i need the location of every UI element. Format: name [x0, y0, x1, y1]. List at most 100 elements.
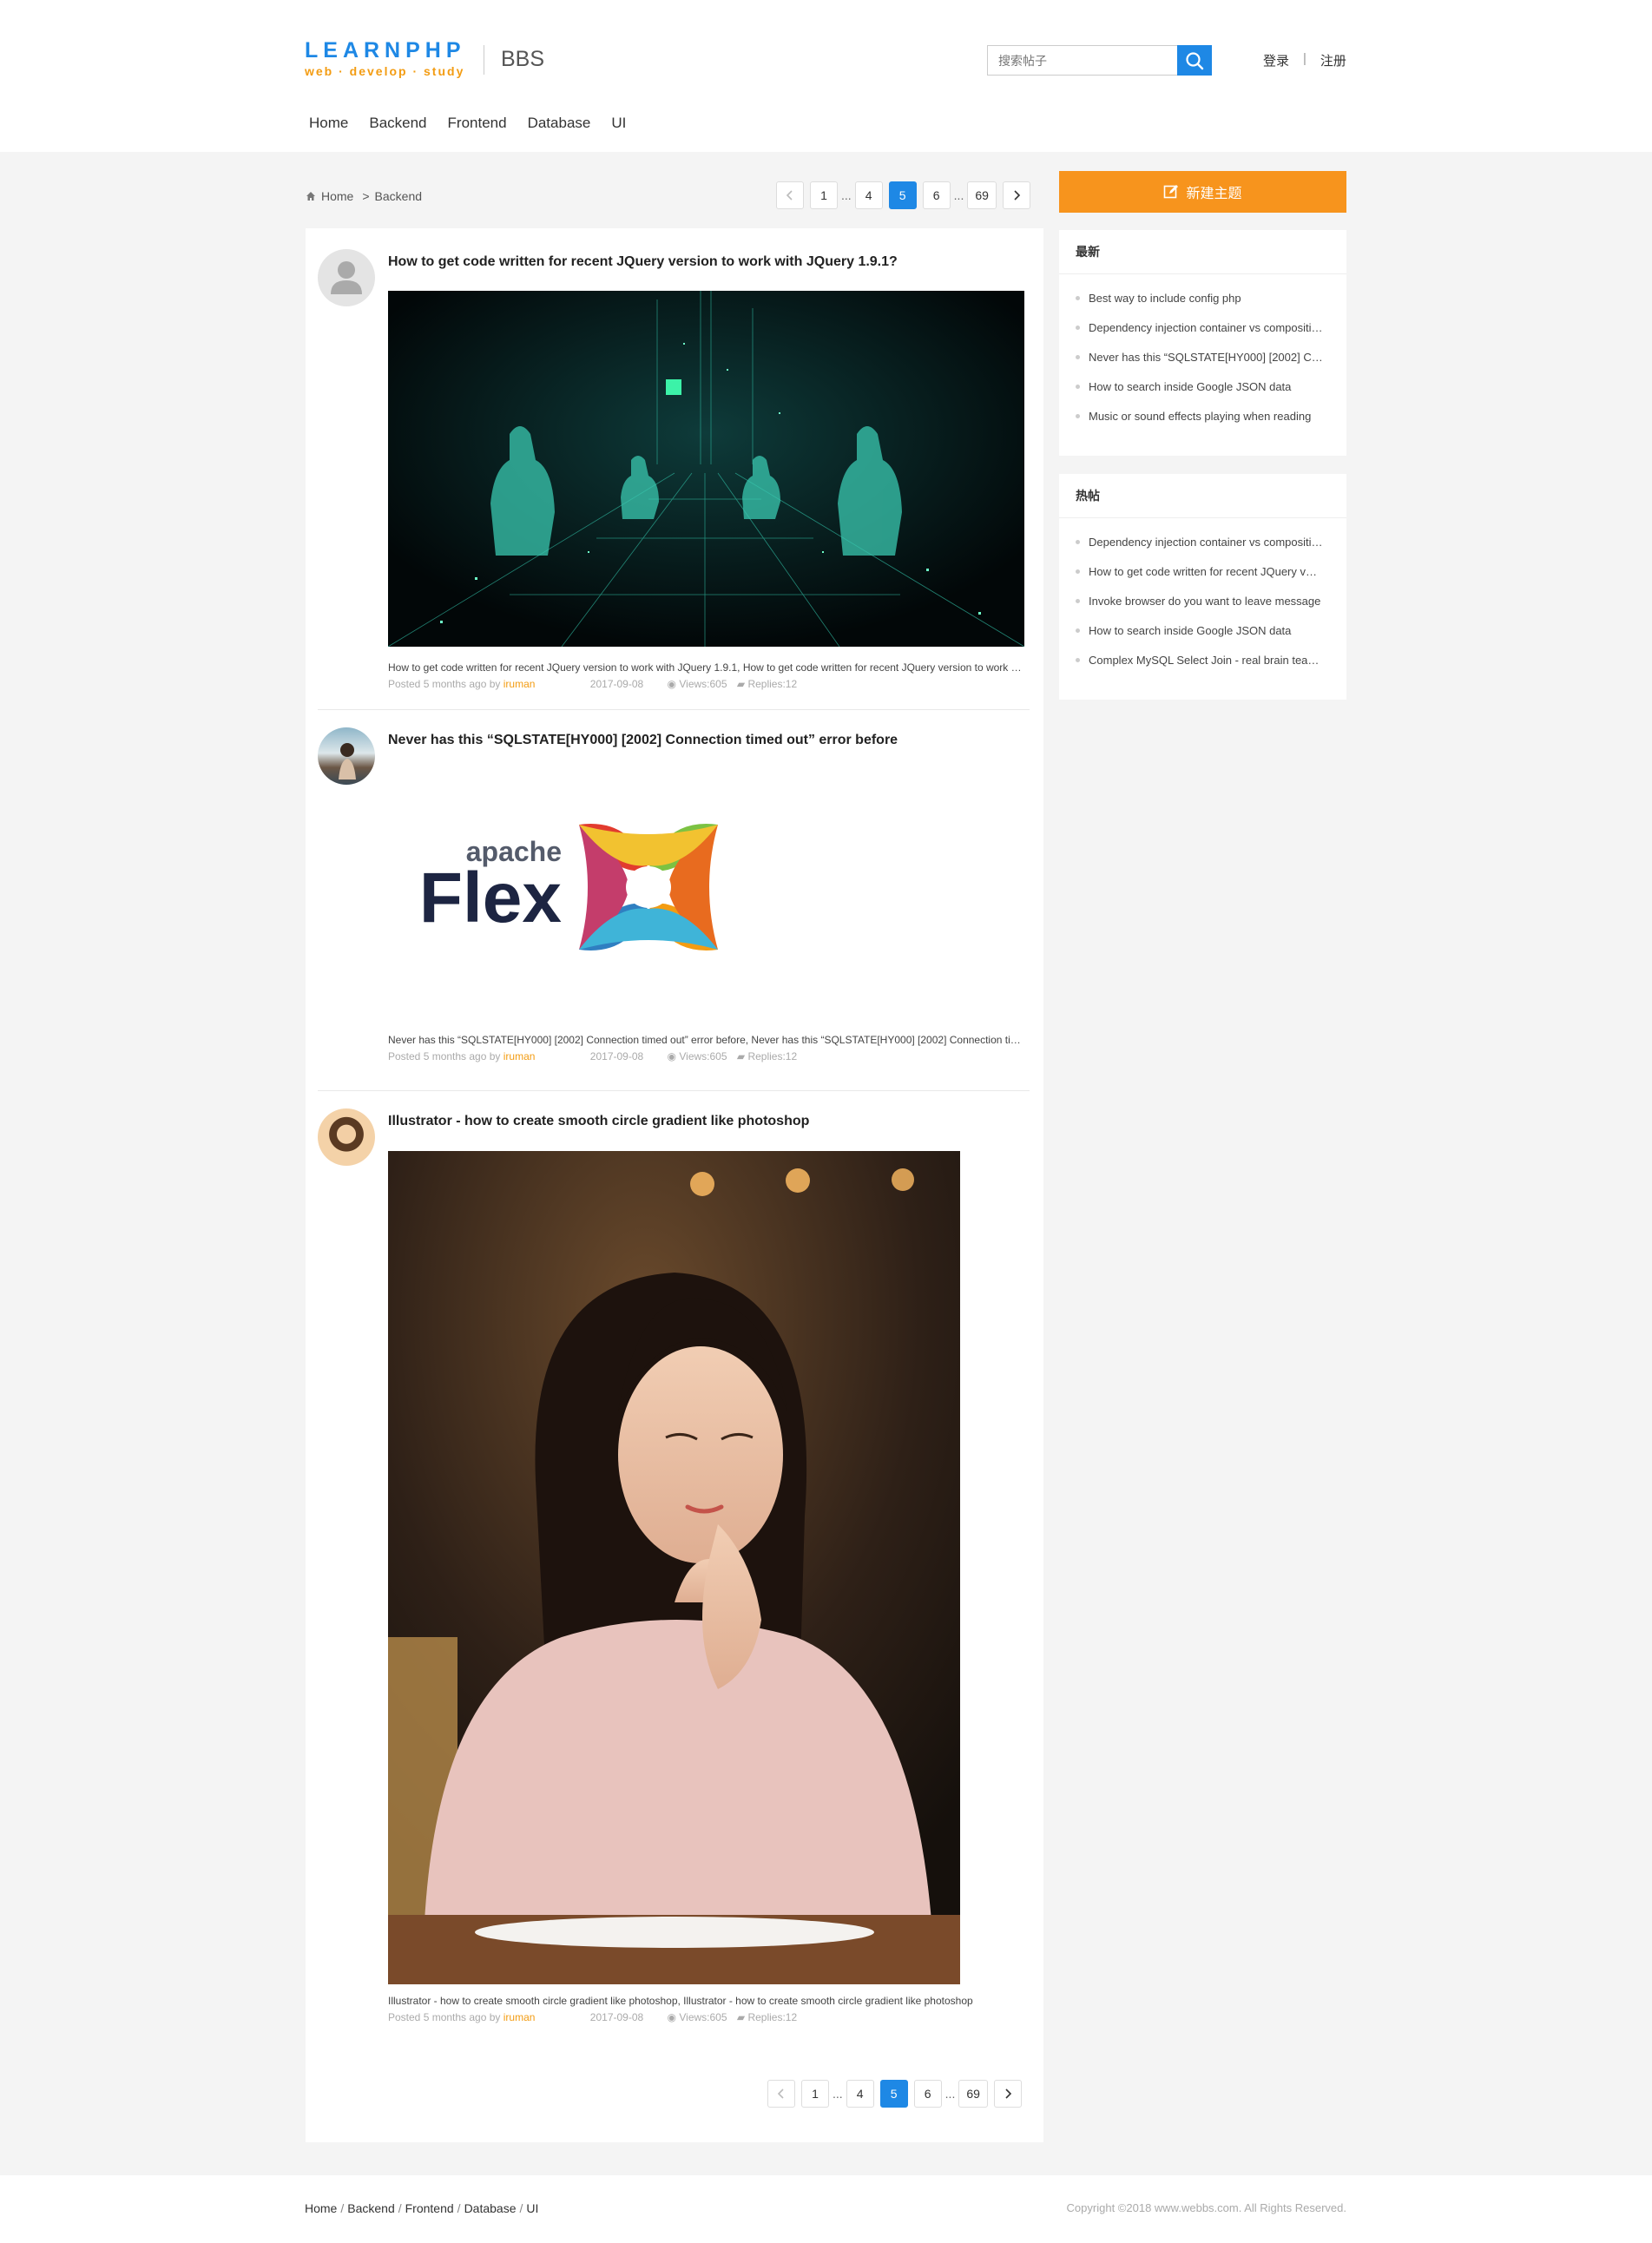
footer: Home / Backend / Frontend / Database / U…	[0, 2175, 1652, 2243]
main-nav: Home Backend Frontend Database UI	[309, 115, 626, 132]
latest-item-label: Never has this “SQLSTATE[HY000] [2002] C…	[1089, 350, 1323, 364]
footer-links: Home / Backend / Frontend / Database / U…	[305, 2201, 538, 2215]
page-button[interactable]: 69	[958, 2080, 988, 2108]
post-posted: Posted 5 months ago by	[388, 678, 501, 690]
breadcrumb-separator: >	[362, 189, 370, 203]
footer-link-backend[interactable]: Backend	[347, 2201, 394, 2215]
latest-item[interactable]: Never has this “SQLSTATE[HY000] [2002] C…	[1076, 342, 1330, 372]
post-image[interactable]	[388, 1151, 960, 1984]
page-button-current[interactable]: 5	[879, 2080, 908, 2108]
post-views: Views:605	[679, 678, 727, 690]
comment-icon: ▰	[736, 2011, 746, 2023]
latest-item[interactable]: Dependency injection container vs compos…	[1076, 312, 1330, 342]
post-divider	[318, 1090, 1030, 1091]
logo[interactable]: LEARNPHP web · develop · study	[305, 38, 466, 78]
post-item: How to get code written for recent JQuer…	[318, 249, 1030, 692]
footer-link-frontend[interactable]: Frontend	[405, 2201, 454, 2215]
bullet-icon	[1076, 413, 1080, 418]
bullet-icon	[1076, 384, 1080, 389]
hot-item[interactable]: How to search inside Google JSON data	[1076, 615, 1330, 645]
hot-item[interactable]: Dependency injection container vs compos…	[1076, 527, 1330, 556]
nav-item-backend[interactable]: Backend	[369, 115, 426, 132]
hot-item-label: Dependency injection container vs compos…	[1089, 535, 1323, 549]
flex-logo-flex: Flex	[419, 858, 562, 937]
home-icon	[306, 192, 315, 201]
footer-link-ui[interactable]: UI	[526, 2201, 538, 2215]
nav-item-home[interactable]: Home	[309, 115, 348, 132]
avatar[interactable]	[318, 249, 375, 306]
avatar[interactable]	[318, 727, 375, 785]
hot-item[interactable]: Complex MySQL Select Join - real brain t…	[1076, 645, 1330, 674]
next-page-button[interactable]	[993, 2080, 1022, 2108]
prev-page-button[interactable]	[776, 181, 804, 209]
eye-icon: ◉	[667, 1050, 677, 1062]
post-author[interactable]: iruman	[503, 2011, 536, 2023]
latest-panel: 最新 Best way to include config php Depend…	[1059, 230, 1346, 456]
login-link[interactable]: 登录	[1263, 51, 1289, 69]
page-button[interactable]: 6	[913, 2080, 942, 2108]
breadcrumb-current: Backend	[374, 189, 423, 203]
latest-panel-title: 最新	[1059, 230, 1346, 274]
page-button[interactable]: 1	[810, 181, 838, 209]
hot-item[interactable]: How to get code written for recent JQuer…	[1076, 556, 1330, 586]
post-item: Illustrator - how to create smooth circl…	[318, 1108, 1030, 2037]
footer-link-database[interactable]: Database	[464, 2201, 517, 2215]
latest-item[interactable]: Best way to include config php	[1076, 283, 1330, 312]
latest-item[interactable]: Music or sound effects playing when read…	[1076, 401, 1330, 431]
new-topic-button[interactable]: 新建主题	[1059, 171, 1346, 213]
post-item: Never has this “SQLSTATE[HY000] [2002] C…	[318, 727, 1030, 1083]
hot-item-label: How to get code written for recent JQuer…	[1089, 564, 1323, 578]
hot-item-label: How to search inside Google JSON data	[1089, 623, 1292, 637]
bullet-icon	[1076, 628, 1080, 633]
chevron-left-icon	[777, 2088, 784, 2099]
post-excerpt: Never has this “SQLSTATE[HY000] [2002] C…	[388, 1034, 1026, 1046]
post-image[interactable]	[388, 291, 1024, 647]
bullet-icon	[1076, 598, 1080, 603]
nav-item-database[interactable]: Database	[528, 115, 591, 132]
pagination-ellipsis: ...	[833, 2087, 843, 2101]
page-button[interactable]: 4	[846, 2080, 874, 2108]
avatar[interactable]	[318, 1108, 375, 1166]
post-author[interactable]: iruman	[503, 678, 536, 690]
page-button-current[interactable]: 5	[888, 181, 917, 209]
latest-item[interactable]: How to search inside Google JSON data	[1076, 372, 1330, 401]
eye-icon: ◉	[667, 678, 677, 690]
post-author[interactable]: iruman	[503, 1050, 536, 1062]
footer-link-home[interactable]: Home	[305, 2201, 337, 2215]
next-page-button[interactable]	[1002, 181, 1030, 209]
post-title[interactable]: Illustrator - how to create smooth circl…	[388, 1114, 809, 1129]
post-title[interactable]: Never has this “SQLSTATE[HY000] [2002] C…	[388, 733, 898, 748]
footer-separator: /	[398, 2201, 402, 2215]
pagination-top: 1 ... 4 5 6 ... 69	[776, 181, 1030, 209]
post-views: Views:605	[679, 1050, 727, 1062]
eye-icon: ◉	[667, 2011, 677, 2023]
search-button[interactable]	[1177, 45, 1212, 76]
hot-panel: 热帖 Dependency injection container vs com…	[1059, 474, 1346, 700]
latest-item-label: Dependency injection container vs compos…	[1089, 320, 1323, 334]
nav-item-frontend[interactable]: Frontend	[448, 115, 507, 132]
breadcrumb-home[interactable]: Home	[321, 189, 353, 203]
page-button[interactable]: 1	[801, 2080, 829, 2108]
chevron-left-icon	[786, 190, 793, 201]
page-button[interactable]: 4	[854, 181, 883, 209]
post-date: 2017-09-08	[589, 678, 644, 690]
edit-icon	[1164, 185, 1179, 199]
post-date: 2017-09-08	[589, 2011, 644, 2023]
search-box	[987, 45, 1212, 76]
nav-item-ui[interactable]: UI	[611, 115, 626, 132]
page-button[interactable]: 6	[922, 181, 951, 209]
prev-page-button[interactable]	[767, 2080, 795, 2108]
register-link[interactable]: 注册	[1320, 51, 1346, 69]
post-divider	[318, 709, 1030, 710]
bullet-icon	[1076, 295, 1080, 300]
post-title[interactable]: How to get code written for recent JQuer…	[388, 254, 898, 270]
page-button[interactable]: 69	[967, 181, 997, 209]
new-topic-label: 新建主题	[1186, 187, 1242, 201]
site-name: BBS	[501, 47, 545, 71]
hot-item[interactable]: Invoke browser do you want to leave mess…	[1076, 586, 1330, 615]
search-input[interactable]	[987, 45, 1178, 76]
post-meta: Posted 5 months ago by iruman 2017-09-08…	[388, 1050, 797, 1062]
post-excerpt: Illustrator - how to create smooth circl…	[388, 1995, 973, 2007]
post-posted: Posted 5 months ago by	[388, 2011, 501, 2023]
post-image[interactable]: apache Flex	[388, 800, 770, 983]
